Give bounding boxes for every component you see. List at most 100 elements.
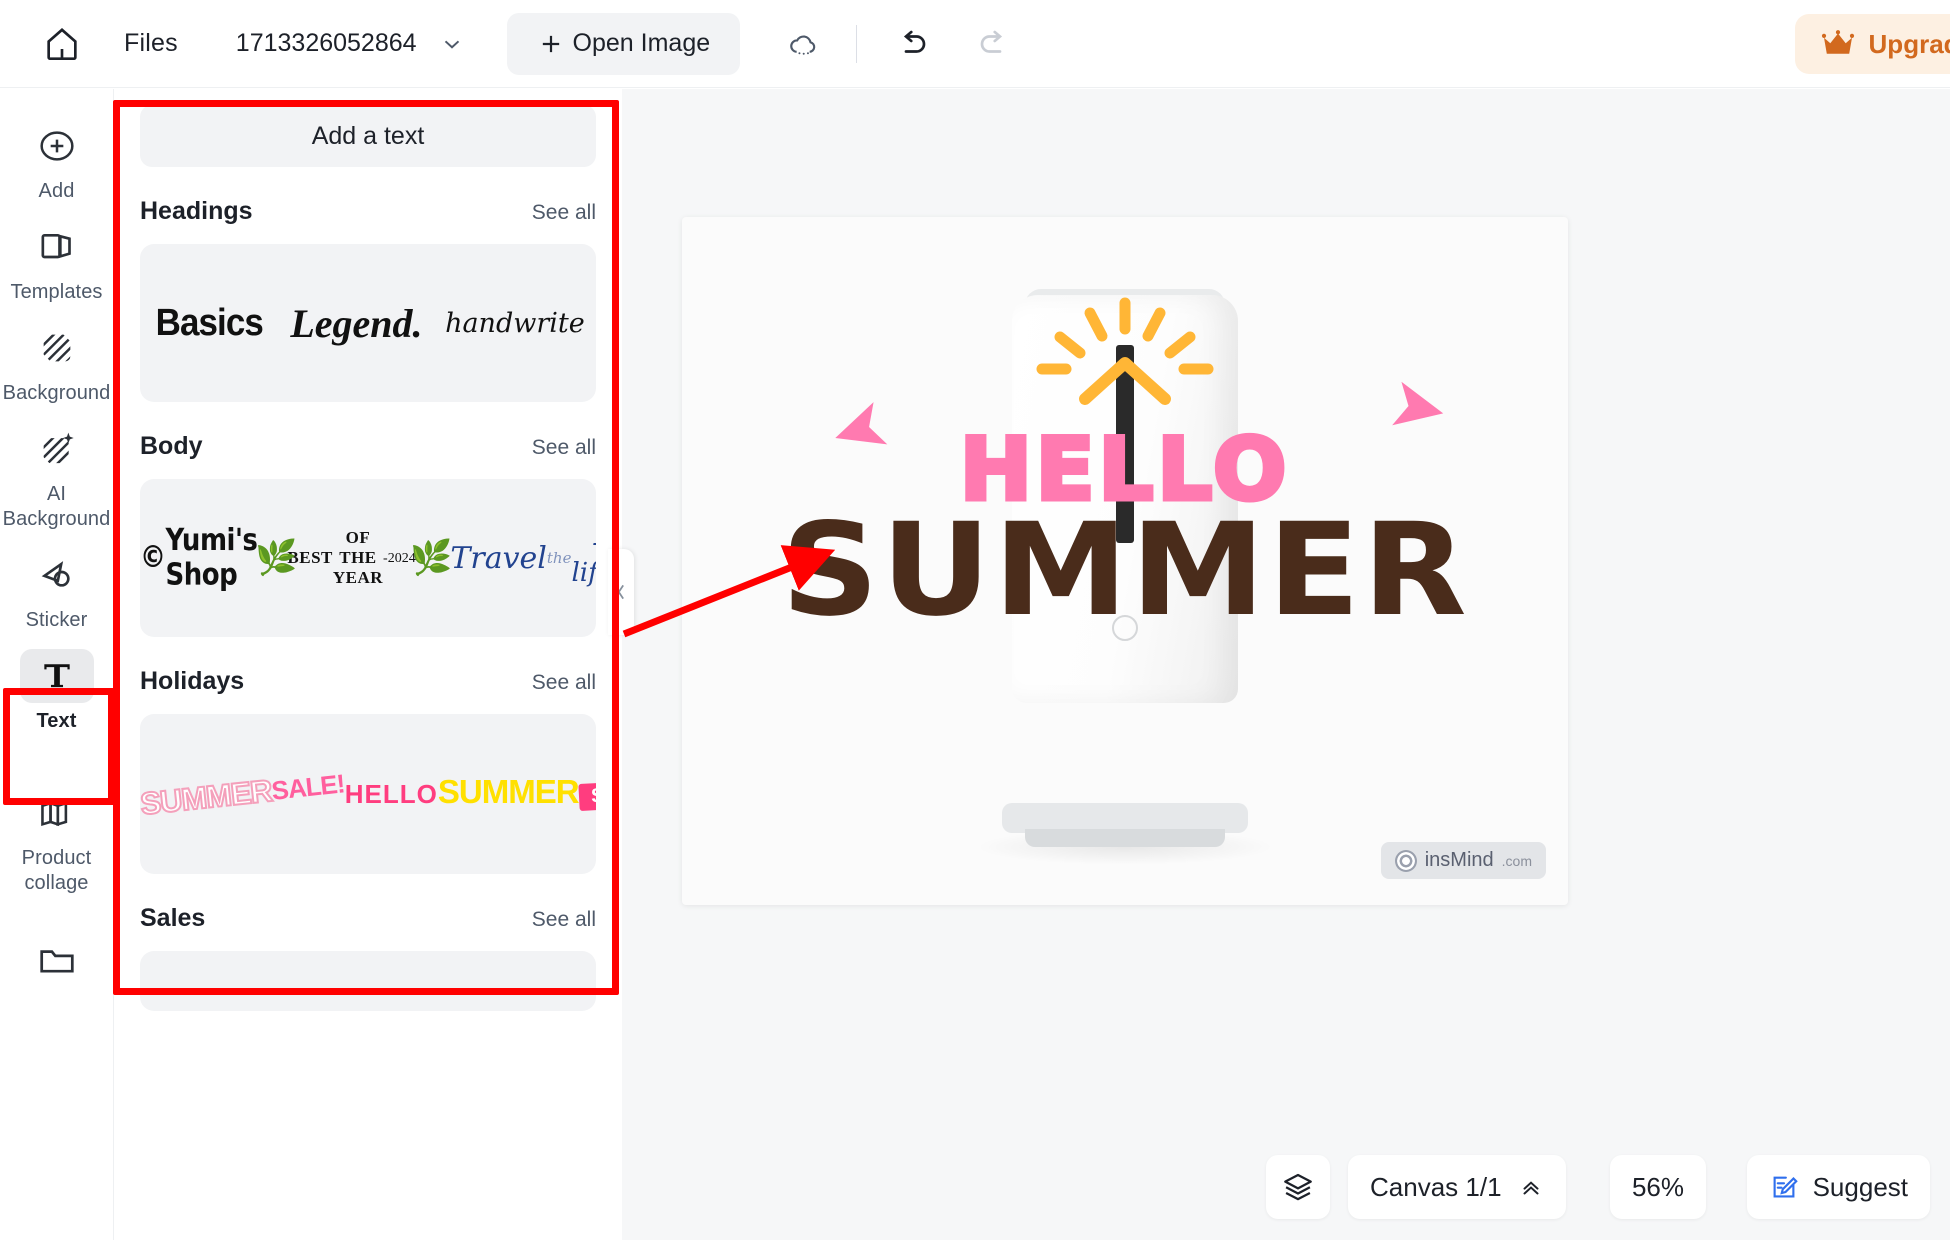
- sidebar-item-product-collage[interactable]: Product collage: [5, 780, 109, 900]
- sticker-icon: [41, 561, 70, 587]
- sales-sample-card[interactable]: [140, 951, 596, 1011]
- files-menu[interactable]: Files: [124, 29, 178, 58]
- templates-icon: [41, 234, 71, 259]
- text-t-icon: [43, 664, 70, 688]
- text-panel: Add a text Headings See all Basics Legen…: [114, 89, 622, 1240]
- holidays-sample-card[interactable]: SUMMER SALE! 🌴 HELLO SUMMER SALE HELLO S…: [140, 714, 596, 874]
- laurel-right-icon: 🌿: [410, 540, 453, 577]
- sidebar-item-templates[interactable]: Templates: [5, 214, 109, 309]
- sidebar-label-sticker: Sticker: [25, 609, 88, 631]
- sidebar-icon-wrap: [20, 934, 94, 988]
- body-sample-travel-life[interactable]: Travel the -life-: [450, 528, 596, 588]
- layers-button[interactable]: [1266, 1155, 1330, 1219]
- sidebar-item-background[interactable]: Background: [2, 315, 111, 410]
- redo-button[interactable]: [971, 21, 1017, 67]
- section-header-holidays: Holidays See all: [140, 667, 596, 696]
- chevron-up-double-icon: [1523, 1181, 1539, 1195]
- holiday-sample-summer-sale[interactable]: SUMMER SALE!: [140, 765, 346, 823]
- sidebar-icon-wrap: [20, 422, 94, 476]
- humidifier-power-button: [1112, 615, 1138, 641]
- redo-icon: [980, 30, 1003, 53]
- cloud-save-button[interactable]: [780, 21, 826, 67]
- sidebar-icon-wrap: [20, 119, 94, 173]
- section-title-body: Body: [140, 432, 203, 460]
- heading-sample-legend[interactable]: Legend.: [290, 300, 422, 347]
- travel-line1: Travel: [450, 540, 547, 576]
- body-sample-yumis-shop[interactable]: © Yumi's Shop: [140, 524, 258, 593]
- pink-wing-left-icon: ➤: [819, 381, 900, 475]
- body-sample-best-of-the-year[interactable]: 🌿 BEST OF THE YEAR -2024- 🌿: [255, 528, 453, 588]
- sidebar-icon-wrap: [19, 649, 94, 703]
- sidebar-label-product-collage: Product collage: [21, 847, 92, 894]
- cloud-save-icon: [790, 35, 816, 55]
- upgrade-button[interactable]: Upgrade: [1794, 14, 1950, 74]
- section-title-headings: Headings: [140, 197, 253, 225]
- hello-summer-line1: HELLO: [344, 778, 438, 809]
- canvas-selector[interactable]: Canvas 1/1: [1348, 1155, 1566, 1219]
- top-toolbar: Files 1713326052864 Open Image Upgra: [0, 0, 1950, 88]
- summer-sale-line1: SUMMER: [140, 772, 274, 823]
- sidebar-label-templates: Templates: [10, 281, 103, 303]
- sidebar-item-sticker[interactable]: Sticker: [5, 542, 109, 637]
- see-all-holidays[interactable]: See all: [532, 671, 596, 695]
- headings-sample-card[interactable]: Basics Legend. handwrite: [140, 244, 596, 402]
- sidebar-icon-wrap: [20, 786, 94, 840]
- sidebar-item-add[interactable]: Add: [5, 113, 109, 208]
- see-all-body[interactable]: See all: [532, 436, 596, 460]
- section-header-headings: Headings See all: [140, 197, 596, 226]
- see-all-sales[interactable]: See all: [532, 908, 596, 932]
- left-tool-rail: Add Templates Background AI Background S…: [0, 89, 114, 1240]
- add-a-text-label: Add a text: [311, 121, 425, 150]
- ai-background-icon: [43, 432, 74, 464]
- hello-summer-line3: SALE: [577, 779, 596, 811]
- suggest-button[interactable]: Suggest: [1746, 1155, 1930, 1219]
- pink-wing-right-icon: ➤: [1381, 361, 1456, 451]
- see-all-headings[interactable]: See all: [532, 201, 596, 225]
- heading-sample-basics[interactable]: Basics: [156, 302, 264, 345]
- document-dropdown-button[interactable]: [439, 31, 465, 57]
- humidifier-water-window: [1116, 345, 1134, 543]
- sidebar-label-background: Background: [2, 382, 111, 404]
- crown-icon: [1821, 30, 1854, 54]
- insmind-logo-icon: [1394, 849, 1417, 872]
- sidebar-icon-wrap: [20, 548, 94, 602]
- open-image-label: Open Image: [572, 29, 711, 57]
- summer-sale-line2: SALE!: [270, 767, 346, 806]
- layers-icon: [1284, 1173, 1312, 1201]
- undo-button[interactable]: [889, 21, 935, 67]
- undo-icon: [904, 30, 926, 53]
- body-sample-card[interactable]: © Yumi's Shop 🌿 BEST OF THE YEAR -2024- …: [140, 479, 596, 637]
- section-title-sales: Sales: [140, 904, 206, 932]
- document-name[interactable]: 1713326052864: [236, 29, 417, 58]
- holiday-sample-hello-summer-sale[interactable]: 🌴 HELLO SUMMER SALE: [344, 773, 596, 811]
- best-line2: OF THE YEAR: [332, 528, 384, 587]
- sidebar-icon-wrap: [20, 321, 94, 375]
- open-image-button[interactable]: Open Image: [506, 12, 741, 75]
- canvas-label: Canvas 1/1: [1370, 1171, 1502, 1202]
- panel-collapse-button[interactable]: [608, 549, 634, 635]
- chevron-left-icon: [617, 584, 624, 600]
- heading-sample-handwrite[interactable]: handwrite: [445, 308, 585, 339]
- bottom-toolbar: Canvas 1/1 56% Suggest: [1244, 1134, 1950, 1240]
- sidebar-label-add: Add: [38, 180, 75, 202]
- sidebar-item-ai-background[interactable]: AI Background: [3, 416, 110, 536]
- folder-icon: [39, 950, 74, 973]
- toolbar-divider: [856, 24, 858, 63]
- add-a-text-button[interactable]: Add a text: [140, 105, 596, 167]
- insmind-watermark: insMind .com: [1380, 842, 1546, 879]
- zoom-level-label: 56%: [1631, 1171, 1685, 1202]
- chevron-down-icon: [444, 40, 459, 49]
- canvas-workspace[interactable]: ➤ ➤ HELLO SUMMER insMind .com Canvas 1/1: [608, 89, 1950, 1240]
- section-header-body: Body See all: [140, 432, 596, 461]
- zoom-level-control[interactable]: 56%: [1610, 1155, 1706, 1219]
- laurel-left-icon: 🌿: [255, 540, 298, 577]
- sidebar-icon-wrap: [20, 220, 94, 274]
- artboard[interactable]: ➤ ➤ HELLO SUMMER insMind .com: [682, 217, 1568, 905]
- insmind-watermark-suffix: .com: [1501, 852, 1532, 869]
- travel-line2: the: [546, 549, 572, 567]
- sidebar-item-text[interactable]: Text: [5, 643, 109, 738]
- home-button[interactable]: [36, 18, 88, 70]
- insmind-watermark-text: insMind: [1424, 849, 1494, 871]
- humidifier-foot: [1025, 829, 1225, 847]
- sidebar-item-folder[interactable]: [5, 928, 109, 998]
